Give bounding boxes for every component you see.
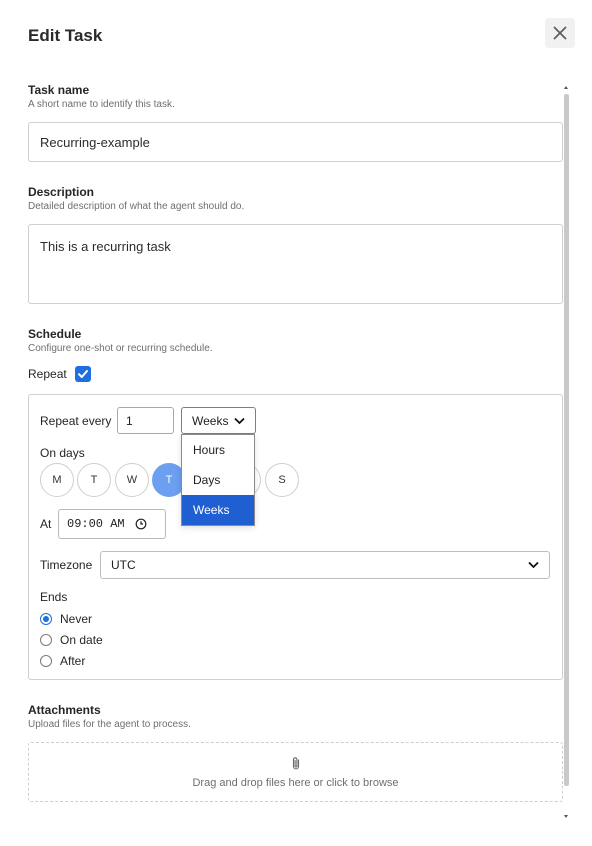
- checkmark-icon: [77, 370, 88, 378]
- timezone-value: UTC: [111, 558, 136, 572]
- repeat-toggle-row: Repeat: [28, 366, 91, 382]
- day-tuesday-button[interactable]: T: [77, 463, 111, 497]
- chevron-down-icon: [528, 561, 539, 569]
- ends-after-radio[interactable]: [40, 655, 52, 667]
- description-textarea[interactable]: This is a recurring task: [28, 224, 563, 304]
- scroll-up-arrow-icon[interactable]: [564, 86, 568, 89]
- time-value: 09:00 AM: [67, 517, 125, 531]
- task-name-input[interactable]: [28, 122, 563, 162]
- repeat-label: Repeat: [28, 367, 67, 381]
- schedule-label: Schedule: [28, 327, 82, 341]
- ends-after-label: After: [60, 654, 86, 668]
- ends-option-on-date[interactable]: On date: [40, 633, 103, 647]
- day-monday-button[interactable]: M: [40, 463, 74, 497]
- close-button[interactable]: [545, 18, 575, 48]
- repeat-unit-dropdown-list: Hours Days Weeks: [181, 434, 255, 526]
- ends-never-label: Never: [60, 612, 93, 626]
- at-label: At: [40, 517, 52, 531]
- attachments-label: Attachments: [28, 703, 101, 717]
- timezone-select[interactable]: UTC: [100, 551, 550, 579]
- day-wednesday-button[interactable]: W: [115, 463, 149, 497]
- ends-on-date-label: On date: [60, 633, 103, 647]
- clock-icon[interactable]: [135, 518, 147, 530]
- description-label: Description: [28, 185, 95, 199]
- scroll-down-arrow-icon[interactable]: [564, 815, 568, 818]
- attachments-help: Upload files for the agent to process.: [28, 719, 191, 730]
- ends-label: Ends: [40, 590, 68, 604]
- unit-option-weeks[interactable]: Weeks: [182, 495, 254, 525]
- task-name-help: A short name to identify this task.: [28, 99, 175, 110]
- ends-never-radio[interactable]: [40, 613, 52, 625]
- repeat-unit-value: Weeks: [192, 413, 229, 428]
- repeat-unit-select[interactable]: Weeks: [181, 407, 256, 434]
- description-help: Detailed description of what the agent s…: [28, 201, 245, 212]
- close-icon: [553, 26, 567, 40]
- file-dropzone[interactable]: Drag and drop files here or click to bro…: [28, 742, 563, 802]
- schedule-help: Configure one-shot or recurring schedule…: [28, 343, 213, 354]
- scrollbar-thumb[interactable]: [564, 94, 569, 786]
- task-name-label: Task name: [28, 83, 90, 97]
- paperclip-icon: [292, 756, 299, 770]
- ends-on-date-radio[interactable]: [40, 634, 52, 646]
- chevron-down-icon: [234, 417, 245, 424]
- day-sunday-button[interactable]: S: [265, 463, 299, 497]
- unit-option-days[interactable]: Days: [182, 465, 254, 495]
- ends-option-after[interactable]: After: [40, 654, 85, 668]
- repeat-interval-value: 1: [126, 413, 133, 428]
- dialog-title: Edit Task: [28, 26, 103, 45]
- time-input[interactable]: 09:00 AM: [58, 509, 166, 539]
- form-scrollbar[interactable]: [562, 84, 570, 820]
- ends-option-never[interactable]: Never: [40, 612, 92, 626]
- repeat-every-label: Repeat every: [40, 414, 112, 428]
- repeat-interval-input[interactable]: 1: [117, 407, 174, 434]
- dropzone-text: Drag and drop files here or click to bro…: [192, 776, 399, 789]
- timezone-label: Timezone: [40, 558, 93, 572]
- repeat-checkbox[interactable]: [74, 366, 91, 382]
- unit-option-hours[interactable]: Hours: [182, 435, 254, 465]
- on-days-label: On days: [40, 446, 85, 460]
